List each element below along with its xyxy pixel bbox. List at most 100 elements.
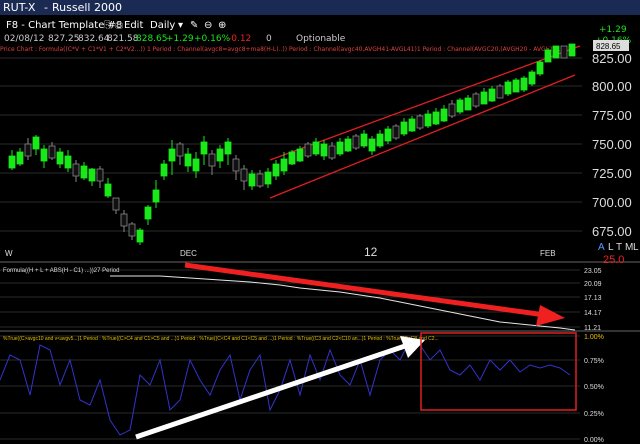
candle-body	[520, 77, 528, 91]
ind1-tick-label: 20.09	[584, 281, 602, 288]
candle-body	[88, 168, 96, 182]
price-tick-label: 775.00	[592, 108, 632, 123]
candle-body	[360, 133, 368, 147]
candle-body	[384, 128, 392, 142]
white-arrow-shaft	[135, 343, 406, 440]
candle-body	[40, 148, 48, 162]
candle-body	[328, 145, 336, 159]
candle-body	[240, 168, 248, 182]
price-tick-label: 725.00	[592, 166, 632, 181]
price-tick-label: 800.00	[592, 79, 632, 94]
candle-body	[392, 125, 400, 139]
candle-body	[496, 85, 504, 99]
ind1-tick-label: 11.21	[584, 325, 601, 332]
candle-body	[504, 81, 512, 95]
candle-body	[424, 113, 432, 127]
candle-body	[248, 173, 256, 187]
price-tick-label: 700.00	[592, 195, 632, 210]
candle-body	[192, 158, 200, 172]
ind1-label: Formula((H + L + ABS(H - C1) ...))27 Per…	[3, 268, 119, 274]
candle-body	[56, 151, 64, 165]
x-axis-label: FEB	[540, 249, 556, 258]
indicator-1: 23.05 20.09 17.13 14.17 11.21 Formula((H + L …	[3, 268, 602, 332]
red-arrow-head	[536, 305, 565, 326]
candle-body	[456, 99, 464, 113]
candle-body	[176, 143, 184, 157]
candle-body	[232, 158, 240, 172]
right-marker: A	[598, 242, 605, 253]
candle-body	[544, 49, 552, 63]
candle-body	[312, 141, 320, 155]
ind1-tick-label: 17.13	[584, 295, 602, 302]
candle-body	[104, 183, 112, 197]
chart-area: 825.00 800.00 775.00 750.00 725.00 700.00 675.…	[0, 40, 640, 444]
candle-body	[400, 121, 408, 135]
highlight-box	[420, 332, 577, 411]
candle-body	[432, 111, 440, 125]
candle-body	[160, 163, 168, 177]
candle-body	[8, 155, 16, 169]
overlays	[135, 262, 577, 440]
candle-body	[184, 153, 192, 167]
candle-body	[416, 115, 424, 129]
ind1-tick-label: 23.05	[584, 268, 602, 275]
candle-body	[448, 103, 456, 117]
price-tick-label: 750.00	[592, 137, 632, 152]
candle-body	[352, 135, 360, 149]
x-axis-label: W	[5, 249, 13, 258]
ind1-line	[110, 275, 576, 331]
candle-body	[64, 155, 72, 169]
candle-body	[320, 143, 328, 157]
candle-body	[16, 151, 24, 165]
candle-body	[168, 148, 176, 162]
candle-body	[472, 93, 480, 107]
ind2-tick-label: 0.75%	[584, 358, 604, 365]
candle-body	[128, 223, 136, 237]
candle-body	[336, 141, 344, 155]
right-marker: L	[633, 242, 639, 253]
candle-body	[112, 197, 120, 211]
candlesticks	[8, 43, 576, 245]
candle-body	[120, 213, 128, 227]
candle-body	[288, 151, 296, 165]
candle-body	[144, 206, 152, 220]
candle-body	[464, 97, 472, 111]
candle-body	[200, 141, 208, 155]
candle-body	[208, 153, 216, 167]
ind2-label: %True((C>avgc10 and v<avgv5...)1 Period …	[3, 336, 439, 342]
ind2-tick-label: 0.00%	[584, 437, 604, 444]
candle-body	[568, 43, 576, 57]
ind2-tick-label: 1.00%	[584, 334, 604, 341]
candle-body	[280, 158, 288, 172]
candle-body	[376, 133, 384, 147]
candle-body	[528, 71, 536, 85]
candle-body	[512, 79, 520, 93]
right-marker: T	[616, 242, 622, 253]
right-marker: L	[608, 242, 614, 253]
candle-body	[24, 143, 32, 157]
channel-lower-line	[269, 74, 576, 199]
x-axis-label: 12	[364, 245, 378, 259]
candle-body	[264, 171, 272, 185]
candle-body	[256, 173, 264, 187]
candle-body	[368, 138, 376, 152]
candle-body	[72, 163, 80, 177]
red-arrow-shaft	[184, 262, 546, 318]
bottom-value: 25.0	[603, 254, 624, 266]
candle-body	[408, 118, 416, 132]
candle-body	[296, 148, 304, 162]
candle-body	[216, 148, 224, 162]
candle-body	[440, 108, 448, 122]
candle-body	[80, 165, 88, 179]
candle-body	[304, 143, 312, 157]
price-tick-label: 675.00	[592, 224, 632, 239]
candle-body	[136, 229, 144, 243]
ind1-tick-label: 14.17	[584, 310, 602, 317]
candle-body	[344, 138, 352, 152]
indicator-2: 1.00% 0.75% 0.50% 0.25% 0.00% %True((C>avgc10…	[0, 334, 604, 444]
candle-body	[552, 45, 560, 59]
candle-body	[480, 91, 488, 105]
candle-body	[488, 88, 496, 102]
price-tick-label: 825.00	[592, 51, 632, 66]
ind2-tick-label: 0.50%	[584, 384, 604, 391]
